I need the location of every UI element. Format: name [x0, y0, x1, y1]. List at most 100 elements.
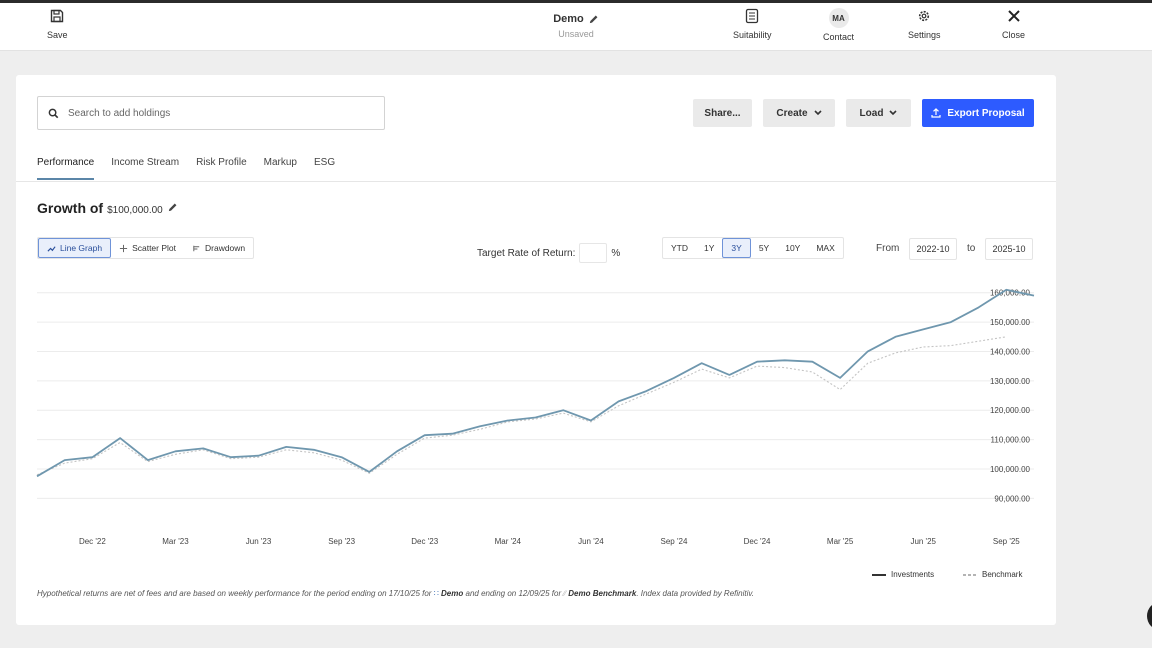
tab-markup[interactable]: Markup — [264, 157, 297, 180]
disclaimer-benchmark: Demo Benchmark — [568, 589, 637, 598]
tab-income-stream[interactable]: Income Stream — [111, 157, 179, 180]
y-tick-label: 120,000.00 — [990, 406, 1031, 415]
export-label: Export Proposal — [947, 107, 1025, 119]
x-tick-label: Dec '24 — [744, 537, 771, 546]
benchmark-icon: ∕∕ — [563, 589, 567, 598]
disclaimer-text-3: . Index data provided by Refinitiv. — [636, 589, 755, 598]
share-button[interactable]: Share... — [693, 99, 752, 127]
legend-benchmark: Benchmark — [963, 570, 1022, 579]
search-icon — [48, 108, 59, 118]
y-tick-label: 110,000.00 — [991, 436, 1031, 445]
legend-benchmark-label: Benchmark — [982, 570, 1023, 579]
save-status: Unsaved — [558, 29, 594, 39]
y-tick-label: 90,000.00 — [994, 494, 1030, 503]
performance-disclaimer: Hypothetical returns are net of fees and… — [37, 589, 754, 598]
disclaimer-portfolio: Demo — [441, 589, 464, 598]
drawdown-icon — [193, 245, 200, 251]
disclaimer-text-2: and ending on 12/09/25 for — [465, 589, 562, 598]
x-tick-label: Sep '25 — [993, 537, 1020, 546]
growth-line-chart: 90,000.00 100,000.00 110,000.00 120,000.00 1… — [36, 288, 1035, 546]
growth-heading: Growth of $100,000.00 — [37, 200, 178, 216]
period-ytd[interactable]: YTD — [663, 238, 696, 258]
scatter-plot-option[interactable]: Scatter Plot — [111, 238, 184, 258]
top-toolbar: Save Demo Unsaved Suitability MA Contact… — [0, 3, 1152, 51]
growth-title: Growth of — [37, 200, 104, 216]
contact-avatar: MA — [828, 8, 849, 28]
target-return-control: Target Rate of Return: % — [477, 243, 620, 263]
portfolio-icon: ∷ — [433, 589, 439, 598]
x-tick-label: Jun '24 — [578, 537, 604, 546]
x-tick-label: Sep '24 — [661, 537, 688, 546]
help-chat-button[interactable] — [1147, 602, 1152, 630]
from-date-field[interactable]: 2022-10 — [909, 238, 957, 260]
contact-button[interactable]: MA Contact — [823, 8, 854, 42]
target-return-unit: % — [611, 247, 621, 259]
legend-investments: Investments — [872, 570, 934, 579]
export-proposal-button[interactable]: Export Proposal — [922, 99, 1034, 127]
investments-series-line — [36, 288, 1035, 478]
x-tick-label: Dec '22 — [79, 537, 106, 546]
x-tick-label: Sep '23 — [328, 537, 355, 546]
period-10y[interactable]: 10Y — [777, 238, 808, 258]
analysis-tabs: Performance Income Stream Risk Profile M… — [37, 157, 335, 180]
share-label: Share... — [704, 107, 741, 119]
y-tick-label: 150,000.00 — [990, 318, 1031, 327]
scatter-plot-icon — [119, 244, 128, 252]
legend-investments-label: Investments — [891, 570, 935, 579]
tab-divider — [16, 181, 1056, 182]
contact-label: Contact — [823, 32, 855, 42]
holdings-search — [37, 96, 385, 130]
settings-button[interactable]: Settings — [908, 8, 941, 40]
period-3y[interactable]: 3Y — [722, 238, 751, 258]
x-tick-label: Mar '24 — [495, 537, 522, 546]
target-return-input[interactable] — [579, 243, 608, 263]
drawdown-label: Drawdown — [205, 243, 246, 253]
target-return-label: Target Rate of Return: — [477, 247, 576, 259]
close-button[interactable]: Close — [1002, 8, 1025, 40]
chevron-down-icon — [813, 110, 822, 116]
to-date-field[interactable]: 2025-10 — [985, 238, 1033, 260]
line-graph-option[interactable]: Line Graph — [38, 238, 112, 258]
edit-title-icon[interactable] — [588, 14, 599, 25]
proposal-card: Share... Create Load Export Proposal Per… — [16, 75, 1056, 625]
tab-performance[interactable]: Performance — [37, 157, 95, 180]
settings-label: Settings — [908, 30, 941, 40]
line-graph-icon — [47, 245, 56, 252]
document-title-block: Demo Unsaved — [0, 9, 1152, 39]
close-icon — [1007, 10, 1020, 22]
view-mode-toggle: Line Graph Scatter Plot Drawdown — [37, 237, 255, 259]
gear-icon — [919, 10, 930, 22]
document-title: Demo — [553, 13, 584, 25]
search-input[interactable] — [68, 107, 348, 119]
upload-icon — [931, 108, 941, 118]
legend-benchmark-swatch — [963, 573, 977, 576]
y-tick-label: 130,000.00 — [990, 377, 1031, 386]
tab-esg[interactable]: ESG — [314, 157, 335, 180]
legend-investments-swatch — [872, 573, 886, 576]
suitability-button[interactable]: Suitability — [733, 8, 772, 40]
period-max[interactable]: MAX — [808, 238, 842, 258]
edit-amount-icon[interactable] — [167, 202, 178, 213]
x-tick-label: Dec '23 — [411, 537, 438, 546]
y-tick-label: 100,000.00 — [990, 465, 1031, 474]
line-graph-label: Line Graph — [60, 243, 103, 253]
tab-risk-profile[interactable]: Risk Profile — [196, 157, 247, 180]
create-dropdown[interactable]: Create — [763, 99, 835, 127]
from-label: From — [876, 243, 900, 254]
chevron-down-icon — [889, 110, 898, 116]
disclaimer-text-1: Hypothetical returns are net of fees and… — [37, 589, 432, 598]
x-tick-label: Jun '25 — [910, 537, 936, 546]
y-tick-label: 140,000.00 — [990, 347, 1031, 356]
load-label: Load — [859, 107, 884, 119]
x-tick-label: Jun '23 — [246, 537, 272, 546]
scatter-plot-label: Scatter Plot — [132, 243, 176, 253]
period-5y[interactable]: 5Y — [751, 238, 777, 258]
load-dropdown[interactable]: Load — [846, 99, 911, 127]
document-icon — [746, 8, 759, 24]
to-label: to — [967, 243, 976, 254]
drawdown-option[interactable]: Drawdown — [184, 238, 253, 258]
x-tick-label: Mar '25 — [827, 537, 854, 546]
x-tick-label: Mar '23 — [162, 537, 189, 546]
period-1y[interactable]: 1Y — [696, 238, 722, 258]
growth-amount: $100,000.00 — [107, 205, 163, 216]
